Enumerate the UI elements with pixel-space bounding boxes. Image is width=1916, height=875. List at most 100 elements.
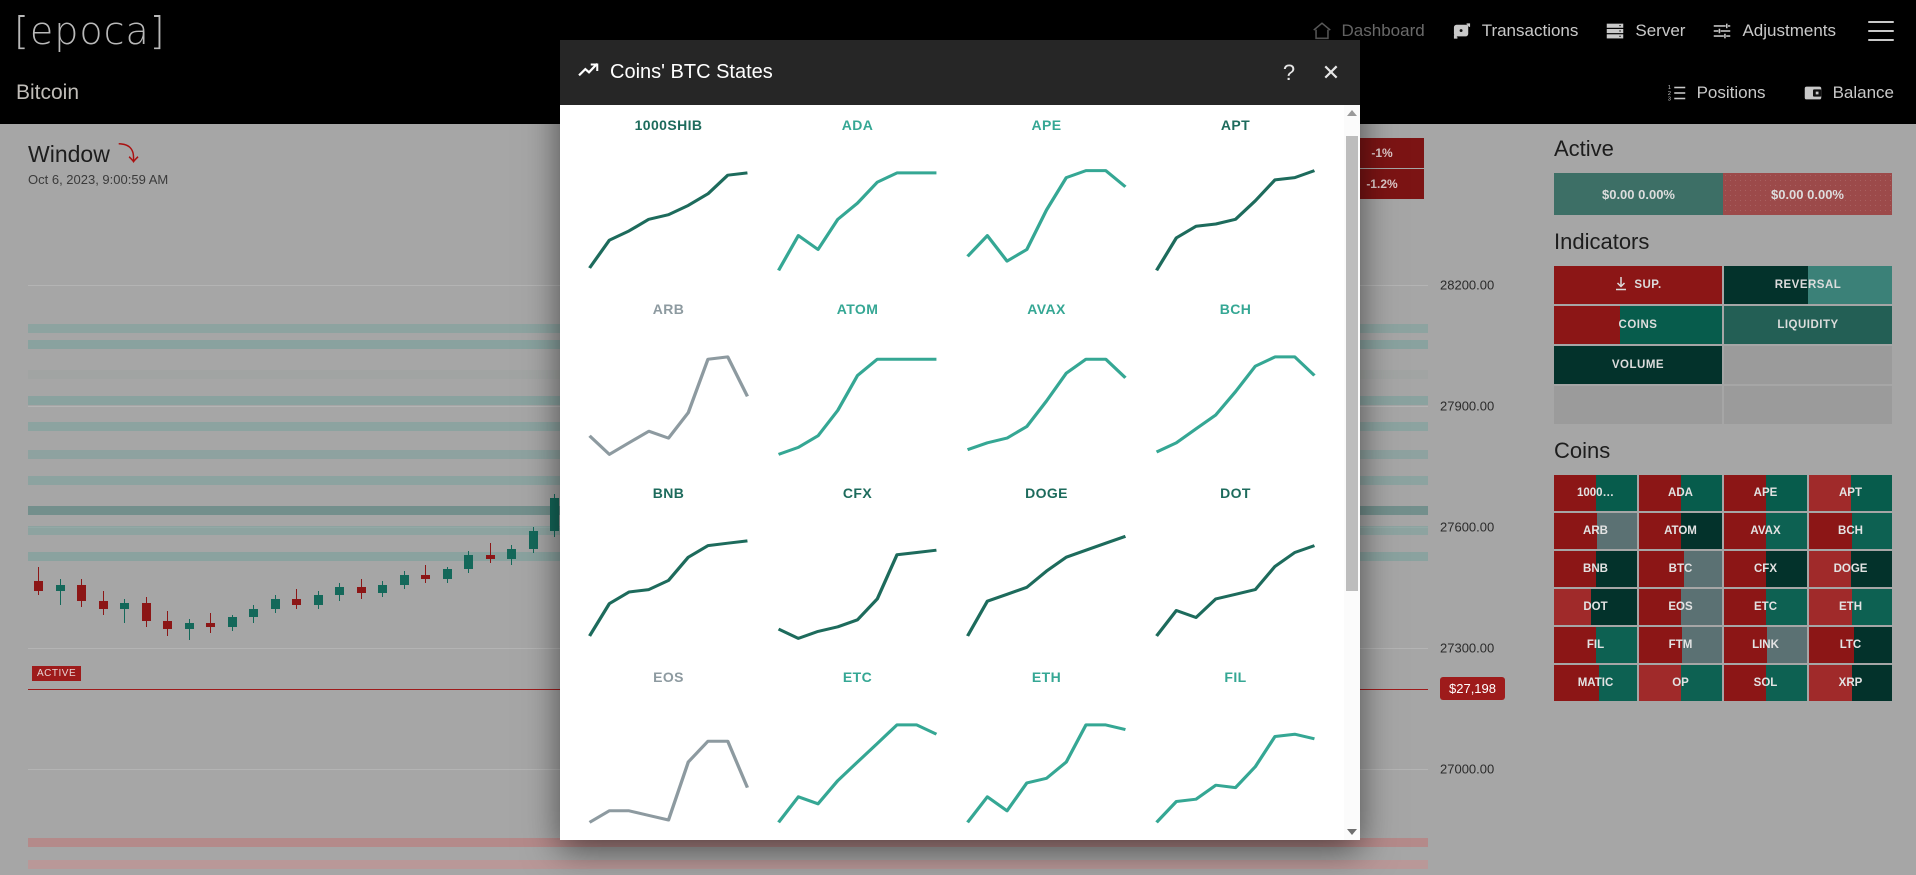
sparkline-cell[interactable]: APE [952, 117, 1141, 301]
sparkline-grid: 1000SHIB ADA APE APT ARB ATOM AVAX BCH BNB CFX DOG… [560, 105, 1344, 840]
coin-cell[interactable]: LINK [1724, 627, 1807, 663]
candle-body [206, 623, 215, 628]
coin-cell[interactable]: EOS [1639, 589, 1722, 625]
sparkline-path [588, 171, 748, 269]
coin-cell-label: CFX [1754, 563, 1777, 575]
coin-cell-label: ETH [1839, 601, 1862, 613]
heatmap-band-negative [28, 860, 1428, 869]
coin-cell-label: APT [1839, 487, 1862, 499]
sparkline-path [588, 739, 749, 824]
scroll-down-arrow[interactable] [1344, 824, 1360, 840]
sparkline-cell[interactable]: ATOM [763, 301, 952, 485]
active-cell-long[interactable]: $0.00 0.00% [1554, 173, 1723, 215]
sparkline-cell[interactable]: DOGE [952, 485, 1141, 669]
candle-body [442, 568, 452, 580]
modal-header: Coins' BTC States ? ✕ [560, 40, 1360, 105]
coin-cell[interactable]: FIL [1554, 627, 1637, 663]
top-navigation: Dashboard Transactions Server Adjustment… [1311, 20, 1916, 42]
indicator-label: COINS [1619, 319, 1658, 331]
coin-cell[interactable]: OP [1639, 665, 1722, 701]
indicator-text: SUP. [1634, 279, 1662, 291]
sparkline-path [588, 355, 749, 456]
nav-item-transactions[interactable]: Transactions [1451, 20, 1578, 42]
sparkline-cell[interactable]: ARB [574, 301, 763, 485]
candle-body [227, 617, 237, 628]
sparkline-cell[interactable]: CFX [763, 485, 952, 669]
sparkline-cell[interactable]: ADA [763, 117, 952, 301]
nav-item-adjustments[interactable]: Adjustments [1711, 20, 1836, 42]
coin-cell[interactable]: DOGE [1809, 551, 1892, 587]
indicator-cell-liquidity[interactable]: LIQUIDITY [1724, 306, 1892, 344]
coin-cell-label: ARB [1583, 525, 1608, 537]
candle-wick [489, 542, 491, 563]
sparkline-cell[interactable]: 1000SHIB [574, 117, 763, 301]
sparkline-cell[interactable]: ETC [763, 669, 952, 840]
coin-cell[interactable]: SOL [1724, 665, 1807, 701]
coin-cell[interactable]: CFX [1724, 551, 1807, 587]
sparkline-path [966, 723, 1126, 824]
active-cell-short[interactable]: $0.00 0.00% [1723, 173, 1892, 215]
candle-body [141, 603, 151, 622]
y-axis-tick: 28200.00 [1440, 277, 1495, 293]
nav-item-server[interactable]: Server [1604, 20, 1685, 42]
sparkline-cell[interactable]: APT [1141, 117, 1330, 301]
indicator-fill [1554, 306, 1620, 344]
coin-cell[interactable]: FTM [1639, 627, 1722, 663]
trending-up-icon [578, 60, 600, 86]
coin-cell[interactable]: DOT [1554, 589, 1637, 625]
coin-cell-label: MATIC [1577, 677, 1614, 689]
candle-wick [59, 579, 61, 606]
modal-title-text: Coins' BTC States [610, 61, 773, 83]
nav-label-server: Server [1635, 21, 1686, 40]
sparkline-cell[interactable]: BNB [574, 485, 763, 669]
coin-cell[interactable]: APT [1809, 475, 1892, 511]
modal-scrollbar[interactable] [1344, 105, 1360, 840]
active-section-title: Active [1554, 136, 1614, 161]
hamburger-icon[interactable] [1868, 21, 1894, 41]
nav-label-balance: Balance [1832, 83, 1894, 102]
coin-cell[interactable]: AVAX [1724, 513, 1807, 549]
candle-body [98, 601, 108, 610]
indicator-cell-reversal[interactable]: REVERSAL [1724, 266, 1892, 304]
indicator-cell-empty [1554, 386, 1722, 424]
indicator-cell-volume[interactable]: VOLUME [1554, 346, 1722, 384]
coin-cell[interactable]: XRP [1809, 665, 1892, 701]
sub-bar-actions: 1 2 3 Positions Balance [1666, 82, 1916, 104]
candle-body [77, 585, 86, 602]
nav-item-positions[interactable]: 1 2 3 Positions [1666, 82, 1765, 104]
brand-logo[interactable]: [epoca] [14, 12, 166, 50]
coin-cell[interactable]: LTC [1809, 627, 1892, 663]
scroll-up-arrow[interactable] [1344, 105, 1360, 121]
nav-label-dashboard: Dashboard [1341, 21, 1425, 40]
scroll-thumb[interactable] [1346, 135, 1358, 592]
coin-cell[interactable]: BCH [1809, 513, 1892, 549]
coin-cell[interactable]: APE [1724, 475, 1807, 511]
sparkline-cell[interactable]: DOT [1141, 485, 1330, 669]
indicator-label: SUP. [1614, 276, 1661, 294]
indicator-cell-sup[interactable]: SUP. [1554, 266, 1722, 304]
indicator-cell-coins[interactable]: COINS [1554, 306, 1722, 344]
coin-cell[interactable]: BNB [1554, 551, 1637, 587]
coin-cell[interactable]: ADA [1639, 475, 1722, 511]
coin-cell[interactable]: 1000… [1554, 475, 1637, 511]
coin-cell[interactable]: ARB [1554, 513, 1637, 549]
nav-item-balance[interactable]: Balance [1802, 82, 1894, 104]
coin-cell[interactable]: ETC [1724, 589, 1807, 625]
sparkline-cell[interactable]: EOS [574, 669, 763, 840]
nav-item-dashboard[interactable]: Dashboard [1311, 20, 1425, 42]
coin-cell[interactable]: MATIC [1554, 665, 1637, 701]
candle-wick [425, 564, 426, 584]
close-button[interactable]: ✕ [1318, 60, 1344, 86]
coin-cell[interactable]: BTC [1639, 551, 1722, 587]
sparkline-cell[interactable]: AVAX [952, 301, 1141, 485]
coin-cell[interactable]: ATOM [1639, 513, 1722, 549]
sparkline-scroll-area: 1000SHIB ADA APE APT ARB ATOM AVAX BCH BNB CFX DOG… [560, 105, 1344, 840]
sparkline-cell[interactable]: ETH [952, 669, 1141, 840]
active-marker-tag: ACTIVE [32, 665, 82, 681]
candle-body [184, 623, 194, 630]
help-button[interactable]: ? [1276, 60, 1302, 86]
coin-cell-label: BCH [1838, 525, 1863, 537]
sparkline-cell[interactable]: FIL [1141, 669, 1330, 840]
coin-cell[interactable]: ETH [1809, 589, 1892, 625]
sparkline-cell[interactable]: BCH [1141, 301, 1330, 485]
